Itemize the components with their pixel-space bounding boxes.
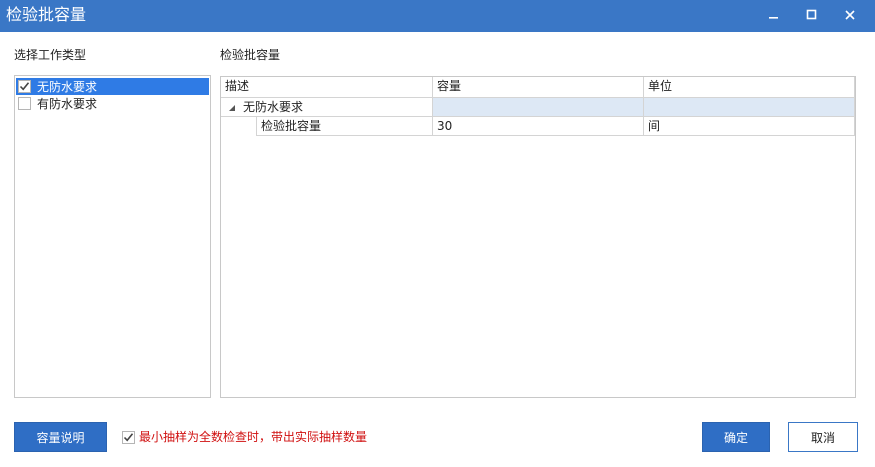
group-unit-cell [644,98,855,117]
capacity-grid: 描述 容量 单位 无防水要求 检验批容量 30 间 [220,76,856,398]
title-bar: 检验批容量 [0,0,875,32]
checkmark-icon [123,432,134,442]
capacity-explain-button[interactable]: 容量说明 [14,422,107,452]
min-sample-option[interactable]: 最小抽样为全数检查时，带出实际抽样数量 [122,429,367,445]
capacity-label: 检验批容量 [220,48,281,62]
row-capacity-cell[interactable]: 30 [433,117,644,136]
min-sample-label: 最小抽样为全数检查时，带出实际抽样数量 [139,430,368,444]
window-title: 检验批容量 [6,5,87,24]
maximize-icon [806,9,817,20]
work-type-item-waterproof[interactable]: 有防水要求 [16,95,209,112]
group-capacity-cell [433,98,644,117]
maximize-button[interactable] [793,0,831,30]
minimize-button[interactable] [755,0,793,30]
row-desc-cell: 检验批容量 [257,117,433,136]
work-type-item-label: 无防水要求 [37,79,98,94]
column-header-capacity[interactable]: 容量 [433,77,644,98]
min-sample-checkbox[interactable] [122,430,135,444]
work-type-list: 无防水要求 有防水要求 [14,75,211,398]
row-indent [221,117,257,136]
grid-header: 描述 容量 单位 [221,77,855,98]
work-type-checkbox[interactable] [18,97,31,110]
table-row[interactable]: 检验批容量 30 间 [221,117,855,136]
work-type-checkbox[interactable] [18,80,31,93]
cancel-button[interactable]: 取消 [788,422,858,452]
group-label: 无防水要求 [243,100,304,114]
checkmark-icon [19,82,30,91]
row-unit-cell[interactable]: 间 [644,117,855,136]
close-icon [845,10,855,20]
work-type-item-label: 有防水要求 [37,96,98,111]
column-header-desc[interactable]: 描述 [221,77,433,98]
collapse-triangle-icon[interactable] [229,105,235,111]
minimize-icon [769,17,778,19]
group-row[interactable]: 无防水要求 [221,98,855,117]
group-desc-cell: 无防水要求 [221,98,433,117]
ok-button[interactable]: 确定 [702,422,770,452]
work-type-label: 选择工作类型 [14,48,87,62]
column-header-unit[interactable]: 单位 [644,77,855,98]
close-button[interactable] [831,0,869,30]
work-type-item-no-waterproof[interactable]: 无防水要求 [16,78,209,95]
